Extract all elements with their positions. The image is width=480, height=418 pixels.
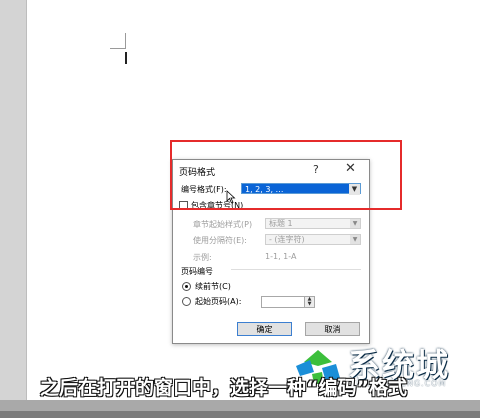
separator-value: - (连字符) [269,235,305,244]
page-corner-mark-vertical [125,33,126,49]
horizontal-scrollbar[interactable] [0,411,480,418]
example-label: 示例: [193,253,212,262]
section-divider [231,269,361,270]
chevron-down-icon: ▼ [350,235,360,244]
example-value: 1-1, 1-A [265,252,297,261]
page-corner-mark [110,48,126,49]
separator-select[interactable]: - (连字符) ▼ [265,234,361,245]
mouse-pointer-icon [226,190,236,204]
chapter-style-select[interactable]: 标题 1 ▼ [265,218,361,229]
text-cursor [125,52,127,64]
cancel-button[interactable]: 取消 [305,322,360,336]
separator-label: 使用分隔符(E): [193,236,247,245]
page-numbering-label: 页码编号 [181,267,213,276]
start-at-spinner[interactable]: ▲ ▼ [304,296,315,308]
highlight-box [170,140,402,210]
chapter-style-label: 章节起始样式(P) [193,220,253,229]
continue-radio[interactable] [182,282,191,291]
continue-label: 续前节(C) [195,282,231,291]
start-at-input[interactable] [261,296,305,308]
start-at-radio[interactable] [182,297,191,306]
chapter-style-value: 标题 1 [269,219,293,228]
chevron-down-icon: ▼ [350,219,360,228]
bottom-strip [0,400,480,418]
video-caption: 之后在打开的窗口中，选择一种“编码”格式 [40,377,407,399]
left-gutter [0,0,26,400]
ok-button[interactable]: 确定 [237,322,292,336]
start-at-label: 起始页码(A): [195,297,242,306]
